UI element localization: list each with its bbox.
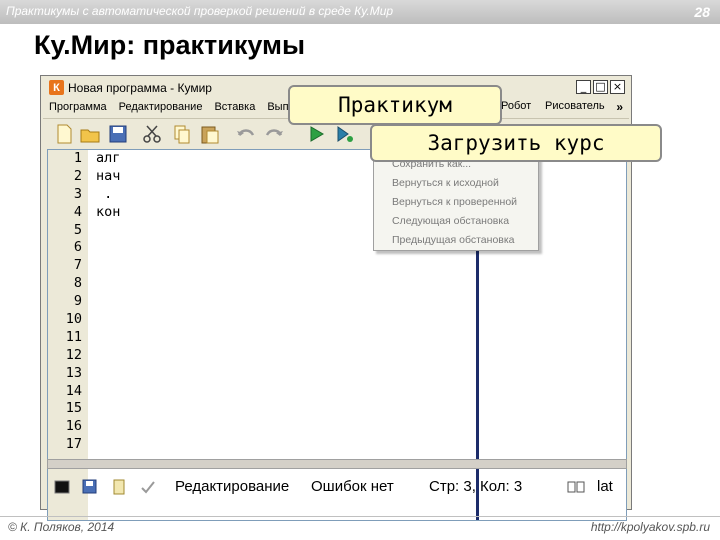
slide-header: Практикумы с автоматической проверкой ре… [6, 4, 394, 18]
line-number: 11 [65, 328, 82, 345]
menu-insert[interactable]: Вставка [208, 101, 261, 113]
save-status-icon[interactable] [81, 478, 99, 496]
line-number: 9 [73, 293, 82, 310]
line-number: 14 [65, 382, 82, 399]
line-number: 3 [73, 185, 82, 202]
menu-item-revert-original[interactable]: Вернуться к исходной [374, 174, 538, 193]
line-number: 16 [65, 418, 82, 435]
statusbar: Редактирование Ошибок нет Стр: 3, Кол: 3… [43, 474, 629, 500]
window-title: Новая программа - Кумир [68, 80, 212, 95]
cut-icon[interactable] [141, 123, 163, 145]
maximize-button[interactable]: □ [593, 80, 608, 94]
open-status-icon[interactable] [111, 478, 129, 496]
line-number: 15 [65, 400, 82, 417]
menu-item-prev-environment[interactable]: Предыдущая обстановка [374, 231, 538, 250]
redo-icon[interactable] [263, 123, 285, 145]
line-number: 17 [65, 436, 82, 453]
new-file-icon[interactable] [53, 123, 75, 145]
page-number: 28 [694, 4, 710, 20]
menu-item-next-environment[interactable]: Следующая обстановка [374, 212, 538, 231]
callout-practicum: Практикум [288, 85, 502, 125]
run-step-icon[interactable] [333, 123, 355, 145]
slide-title: Ку.Мир: практикумы [34, 30, 306, 60]
slide: Практикумы с автоматической проверкой ре… [0, 0, 720, 540]
menu-more-icon[interactable]: » [616, 100, 623, 114]
line-number: 1 [73, 150, 82, 166]
menu-item-revert-checked[interactable]: Вернуться к проверенной [374, 193, 538, 212]
footer-author: © К. Поляков, 2014 [8, 520, 115, 534]
close-button[interactable]: × [610, 80, 625, 94]
console-icon[interactable] [53, 478, 71, 496]
status-mode: Редактирование [175, 478, 290, 495]
line-number: 5 [73, 221, 82, 238]
code-line[interactable]: алг [96, 150, 120, 168]
copy-icon[interactable] [171, 123, 193, 145]
kumir-logo-icon: К [49, 80, 64, 95]
code-line[interactable]: кон [96, 204, 120, 222]
minimize-button[interactable]: _ [576, 80, 591, 94]
line-number: 2 [73, 167, 82, 184]
run-icon[interactable] [305, 123, 327, 145]
window-controls: _ □ × [576, 80, 625, 94]
menu-program[interactable]: Программа [43, 101, 113, 113]
line-number: 12 [65, 346, 82, 363]
line-number: 13 [65, 364, 82, 381]
line-number: 8 [73, 275, 82, 292]
practicum-menu: Сохранить как... Вернуться к исходной Ве… [373, 148, 539, 251]
menu-edit[interactable]: Редактирование [113, 101, 209, 113]
status-layout: lat [597, 478, 613, 495]
line-number: 7 [73, 257, 82, 274]
code-area[interactable]: алг нач . кон [96, 150, 120, 222]
footer-divider [0, 516, 720, 517]
code-line[interactable]: . [96, 186, 120, 204]
horizontal-scrollbar[interactable] [47, 459, 627, 469]
undo-icon[interactable] [235, 123, 257, 145]
check-icon[interactable] [139, 478, 157, 496]
keyboard-layout-icon [567, 481, 585, 493]
open-folder-icon[interactable] [79, 123, 101, 145]
footer-url: http://kpolyakov.spb.ru [590, 520, 710, 534]
paste-icon[interactable] [199, 123, 221, 145]
code-line[interactable]: нач [96, 168, 120, 186]
menu-drawer[interactable]: Рисователь [539, 100, 611, 112]
status-position: Стр: 3, Кол: 3 [429, 478, 523, 495]
line-number: 10 [65, 311, 82, 328]
line-number: 6 [73, 239, 82, 256]
callout-load-course: Загрузить курс [370, 124, 662, 162]
status-errors: Ошибок нет [311, 478, 394, 495]
save-icon[interactable] [107, 123, 129, 145]
line-number: 4 [73, 203, 82, 220]
